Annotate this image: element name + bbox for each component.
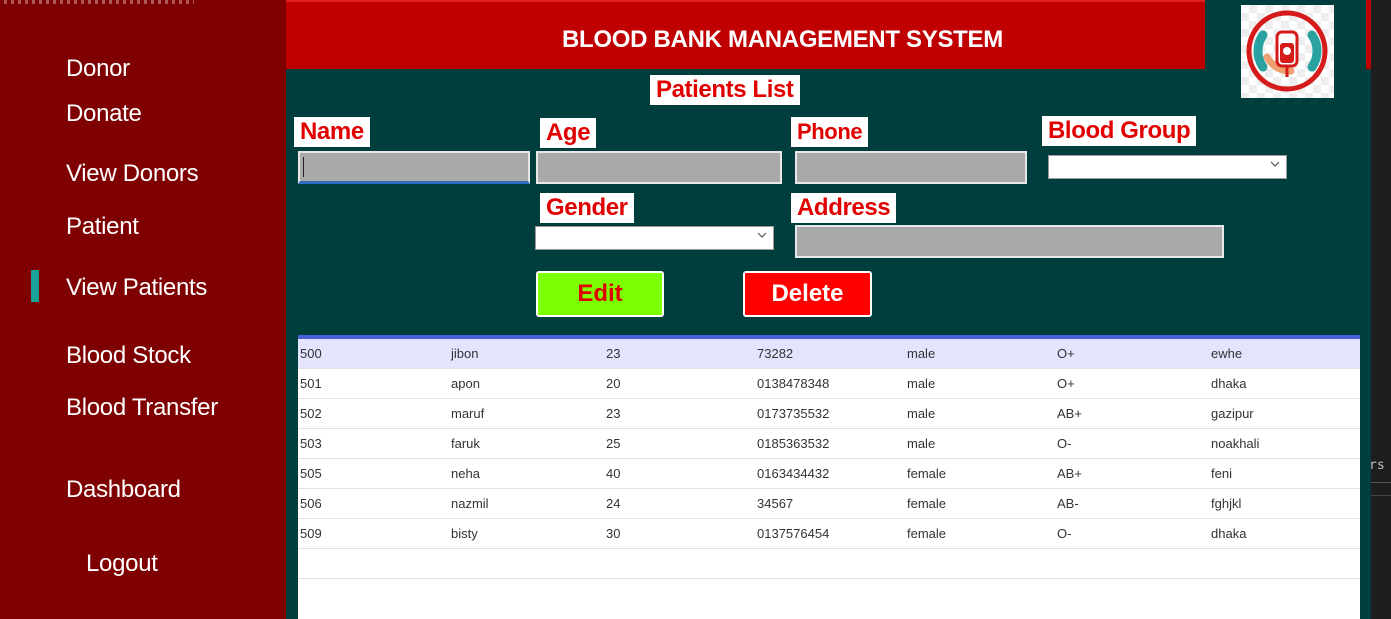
table-cell: 0137576454: [757, 526, 830, 541]
editor-divider: [1371, 482, 1391, 483]
table-cell: male: [907, 346, 936, 361]
table-cell: fghjkl: [1211, 496, 1242, 511]
table-row[interactable]: 509 bisty 30 0137576454 female O-dhaka: [298, 519, 1360, 549]
table-cell: faruk: [451, 436, 480, 451]
patients-list-heading: Patients List: [650, 75, 800, 105]
table-cell: apon: [451, 376, 480, 391]
table-cell: 0163434432: [757, 466, 830, 481]
text-caret: [303, 157, 304, 177]
table-cell: 30: [606, 526, 621, 541]
table-cell: AB-: [1057, 496, 1079, 511]
table-cell: jibon: [451, 346, 479, 361]
table-cell: female: [907, 466, 947, 481]
sidebar-item-donate[interactable]: Donate: [66, 100, 142, 128]
table-cell: female: [907, 526, 947, 541]
chevron-down-icon: [1270, 161, 1280, 167]
header-bar: BLOOD BANK MANAGEMENT SYSTEM: [286, 0, 1205, 69]
app-window: Donor Donate View Donors Patient View Pa…: [0, 0, 1371, 619]
address-input[interactable]: [795, 225, 1224, 258]
table-cell: male: [907, 376, 936, 391]
table-cell: AB+: [1057, 406, 1082, 421]
table-cell: maruf: [451, 406, 485, 421]
blood-group-label: Blood Group: [1042, 116, 1197, 146]
table-cell: ewhe: [1211, 346, 1243, 361]
table-cell: male: [907, 436, 936, 451]
table-cell: nazmil: [451, 496, 489, 511]
phone-input[interactable]: [795, 151, 1027, 184]
table-cell: neha: [451, 466, 480, 481]
table-cell: O-: [1057, 436, 1072, 451]
edit-button[interactable]: Edit: [536, 271, 664, 317]
table-row[interactable]: 505 neha 40 0163434432 female AB+ feni: [298, 459, 1360, 489]
sidebar-item-logout[interactable]: Logout: [86, 550, 158, 578]
sidebar-item-blood-transfer[interactable]: Blood Transfer: [66, 394, 218, 422]
table-cell: 23: [606, 346, 621, 361]
gender-select[interactable]: [535, 226, 774, 250]
table-cell: O+: [1057, 376, 1075, 391]
table-cell: gazipur: [1211, 406, 1254, 421]
delete-button[interactable]: Delete: [743, 271, 872, 317]
editor-fragment-text: rs: [1369, 458, 1385, 473]
table-cell: O-: [1057, 526, 1072, 541]
table-cell: 40: [606, 466, 621, 481]
name-input[interactable]: [298, 151, 530, 184]
table-cell: 73282: [757, 346, 794, 361]
header-edge: [1366, 0, 1371, 69]
table-cell: feni: [1211, 466, 1232, 481]
table-row[interactable]: 506 nazmil 24 34567 female AB-fghjkl: [298, 489, 1360, 519]
table-cell: bisty: [451, 526, 478, 541]
blood-bank-logo-icon: [1241, 5, 1334, 98]
table-body: 500 jibon 23 73282 male O+ ewhe 501 apon 20 013847…: [298, 339, 1360, 579]
table-row[interactable]: 503 faruk 25 0185363532 male O-noakhali: [298, 429, 1360, 459]
blood-group-select[interactable]: [1048, 155, 1287, 179]
phone-label: Phone: [791, 117, 869, 147]
sidebar: Donor Donate View Donors Patient View Pa…: [0, 0, 286, 619]
table-cell: 501: [300, 376, 322, 391]
table-cell: 505: [300, 466, 322, 481]
table-cell: 503: [300, 436, 322, 451]
table-cell: noakhali: [1211, 436, 1260, 451]
table-cell: 502: [300, 406, 322, 421]
table-row[interactable]: 500 jibon 23 73282 male O+ ewhe: [298, 339, 1360, 369]
active-indicator: [31, 270, 39, 302]
table-cell: 34567: [757, 496, 794, 511]
sidebar-item-dashboard[interactable]: Dashboard: [66, 476, 181, 504]
table-cell: 23: [606, 406, 621, 421]
table-cell: 0185363532: [757, 436, 830, 451]
table-row[interactable]: 502 maruf 23 0173735532 male AB+ gazipur: [298, 399, 1360, 429]
table-cell: AB+: [1057, 466, 1082, 481]
name-label: Name: [294, 117, 370, 147]
editor-divider: [1371, 495, 1391, 496]
gender-label: Gender: [540, 193, 634, 223]
main-panel: BLOOD BANK MANAGEMENT SYSTEM Patients Li…: [286, 0, 1371, 619]
table-cell: 509: [300, 526, 322, 541]
table-cell: 0138478348: [757, 376, 830, 391]
age-label: Age: [540, 118, 597, 148]
app-title: BLOOD BANK MANAGEMENT SYSTEM: [562, 26, 1003, 53]
table-cell: 500: [300, 346, 322, 361]
table-cell: dhaka: [1211, 526, 1247, 541]
patients-table[interactable]: 500 jibon 23 73282 male O+ ewhe 501 apon 20 013847…: [298, 335, 1360, 619]
sidebar-item-view-donors[interactable]: View Donors: [66, 160, 199, 188]
sidebar-item-blood-stock[interactable]: Blood Stock: [66, 342, 191, 370]
address-label: Address: [791, 193, 897, 223]
table-cell: 24: [606, 496, 621, 511]
table-row-empty: [298, 549, 1360, 579]
title-bar-fragment: [4, 0, 194, 4]
table-cell: 0173735532: [757, 406, 830, 421]
table-cell: 25: [606, 436, 621, 451]
sidebar-item-view-patients[interactable]: View Patients: [66, 274, 207, 302]
table-cell: female: [907, 496, 947, 511]
sidebar-item-donor[interactable]: Donor: [66, 55, 130, 83]
table-cell: O+: [1057, 346, 1075, 361]
chevron-down-icon: [757, 232, 767, 238]
age-input[interactable]: [536, 151, 782, 184]
table-cell: 20: [606, 376, 621, 391]
table-cell: male: [907, 406, 936, 421]
sidebar-item-patient[interactable]: Patient: [66, 213, 139, 241]
table-row[interactable]: 501 apon 20 0138478348 male O+ dhaka: [298, 369, 1360, 399]
table-cell: 506: [300, 496, 322, 511]
table-cell: dhaka: [1211, 376, 1247, 391]
